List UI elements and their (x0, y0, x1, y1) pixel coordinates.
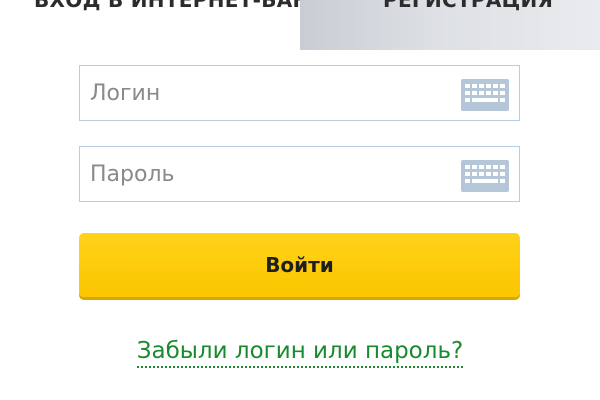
forgot-credentials-link[interactable]: Забыли логин или пароль? (136, 338, 464, 368)
login-field (79, 65, 520, 121)
login-submit-button[interactable]: Войти (79, 233, 520, 297)
login-page: ВХОД В ИНТЕРНЕТ-БАНК РЕГИСТРАЦИЯ Логин В… (0, 0, 600, 400)
forgot-credentials-container: Забыли логин или пароль? (0, 336, 600, 368)
keyboard-icon[interactable] (461, 160, 509, 192)
password-input[interactable] (80, 147, 450, 201)
keyboard-icon[interactable] (461, 79, 509, 111)
login-input[interactable] (80, 66, 450, 120)
tab-registration[interactable]: РЕГИСТРАЦИЯ (300, 0, 600, 50)
password-field (79, 146, 520, 202)
tab-internet-bank-login-label: ВХОД В ИНТЕРНЕТ-БАНК (34, 0, 327, 12)
tab-internet-bank-login[interactable]: ВХОД В ИНТЕРНЕТ-БАНК (0, 0, 327, 50)
tab-bar: ВХОД В ИНТЕРНЕТ-БАНК РЕГИСТРАЦИЯ (0, 0, 600, 50)
tab-registration-label: РЕГИСТРАЦИЯ (383, 0, 554, 12)
